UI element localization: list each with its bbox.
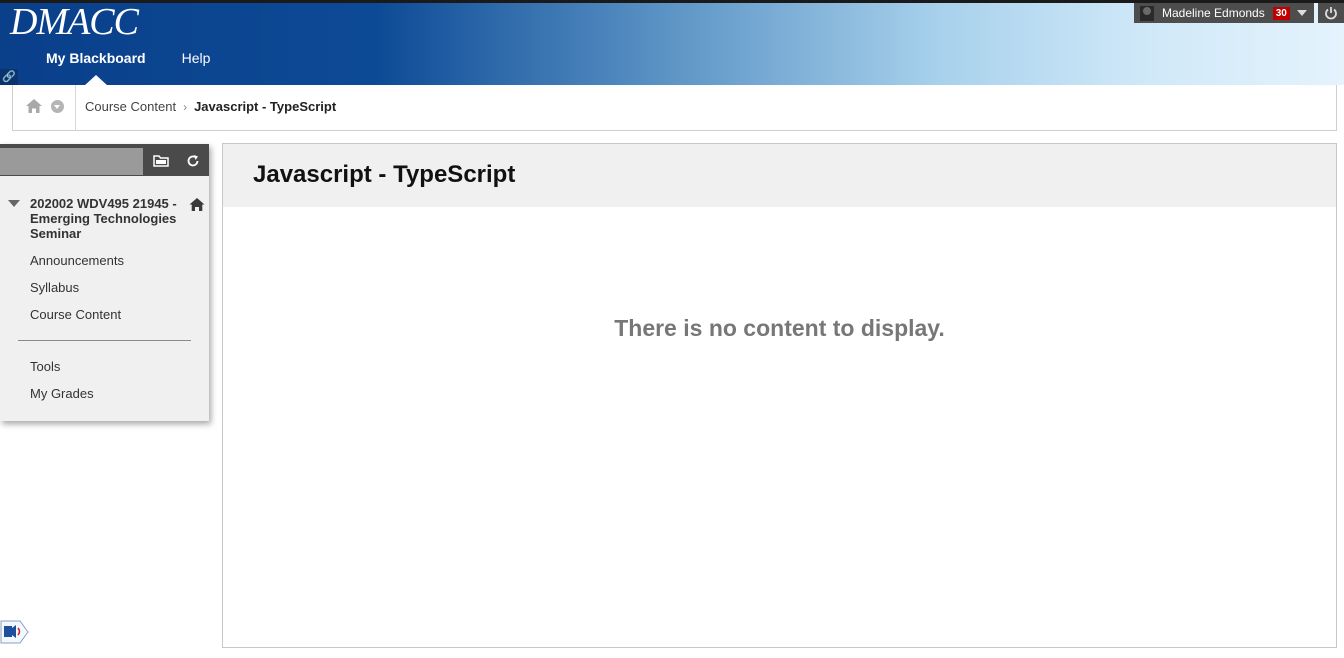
home-icon[interactable] — [189, 197, 205, 212]
folder-view-icon[interactable] — [152, 152, 170, 170]
sidebar-item-tools[interactable]: Tools — [30, 359, 60, 374]
sidebar-divider — [18, 340, 191, 341]
breadcrumb: Course Content › Javascript - TypeScript — [12, 85, 1337, 131]
link-icon[interactable]: 🔗 — [0, 69, 18, 85]
refresh-icon[interactable] — [184, 152, 202, 170]
user-name: Madeline Edmonds — [1162, 6, 1265, 20]
speaker-icon[interactable] — [0, 619, 29, 645]
power-icon — [1325, 7, 1337, 20]
breadcrumb-menu-icon[interactable] — [51, 100, 64, 113]
collapse-caret-icon[interactable] — [8, 200, 20, 207]
sidebar-item-course-content[interactable]: Course Content — [30, 307, 121, 322]
dmacc-logo[interactable]: DMACC — [10, 3, 139, 41]
empty-content-message: There is no content to display. — [614, 315, 945, 341]
tab-my-blackboard[interactable]: My Blackboard — [46, 49, 146, 67]
course-menu-toolbar — [0, 144, 209, 176]
avatar — [1140, 5, 1154, 21]
logout-button[interactable] — [1318, 3, 1344, 23]
page-title: Javascript - TypeScript — [253, 161, 516, 188]
course-menu: 202002 WDV495 21945 - Emerging Technolog… — [0, 144, 209, 421]
breadcrumb-link-course-content[interactable]: Course Content — [85, 99, 176, 114]
chevron-down-icon[interactable] — [1296, 10, 1307, 16]
course-menu-field[interactable] — [0, 148, 143, 175]
notification-badge[interactable]: 30 — [1272, 6, 1290, 20]
breadcrumb-icons — [13, 85, 76, 130]
user-menu[interactable]: Madeline Edmonds 30 — [1134, 3, 1314, 23]
breadcrumb-path: Course Content › Javascript - TypeScript — [85, 99, 336, 114]
top-navigation: My Blackboard Help — [46, 49, 210, 67]
chevron-right-icon: › — [183, 99, 188, 114]
top-banner: DMACC My Blackboard Help 🔗 Madeline Edmo… — [0, 0, 1344, 86]
content-panel: Javascript - TypeScript There is no cont… — [222, 143, 1337, 648]
course-title[interactable]: 202002 WDV495 21945 - Emerging Technolog… — [30, 196, 182, 241]
tab-help[interactable]: Help — [182, 49, 211, 67]
sidebar-item-announcements[interactable]: Announcements — [30, 253, 124, 268]
sidebar-item-syllabus[interactable]: Syllabus — [30, 280, 79, 295]
home-icon[interactable] — [25, 98, 43, 114]
sidebar-item-my-grades[interactable]: My Grades — [30, 386, 94, 401]
breadcrumb-current: Javascript - TypeScript — [194, 99, 337, 114]
content-header: Javascript - TypeScript — [223, 144, 1336, 207]
